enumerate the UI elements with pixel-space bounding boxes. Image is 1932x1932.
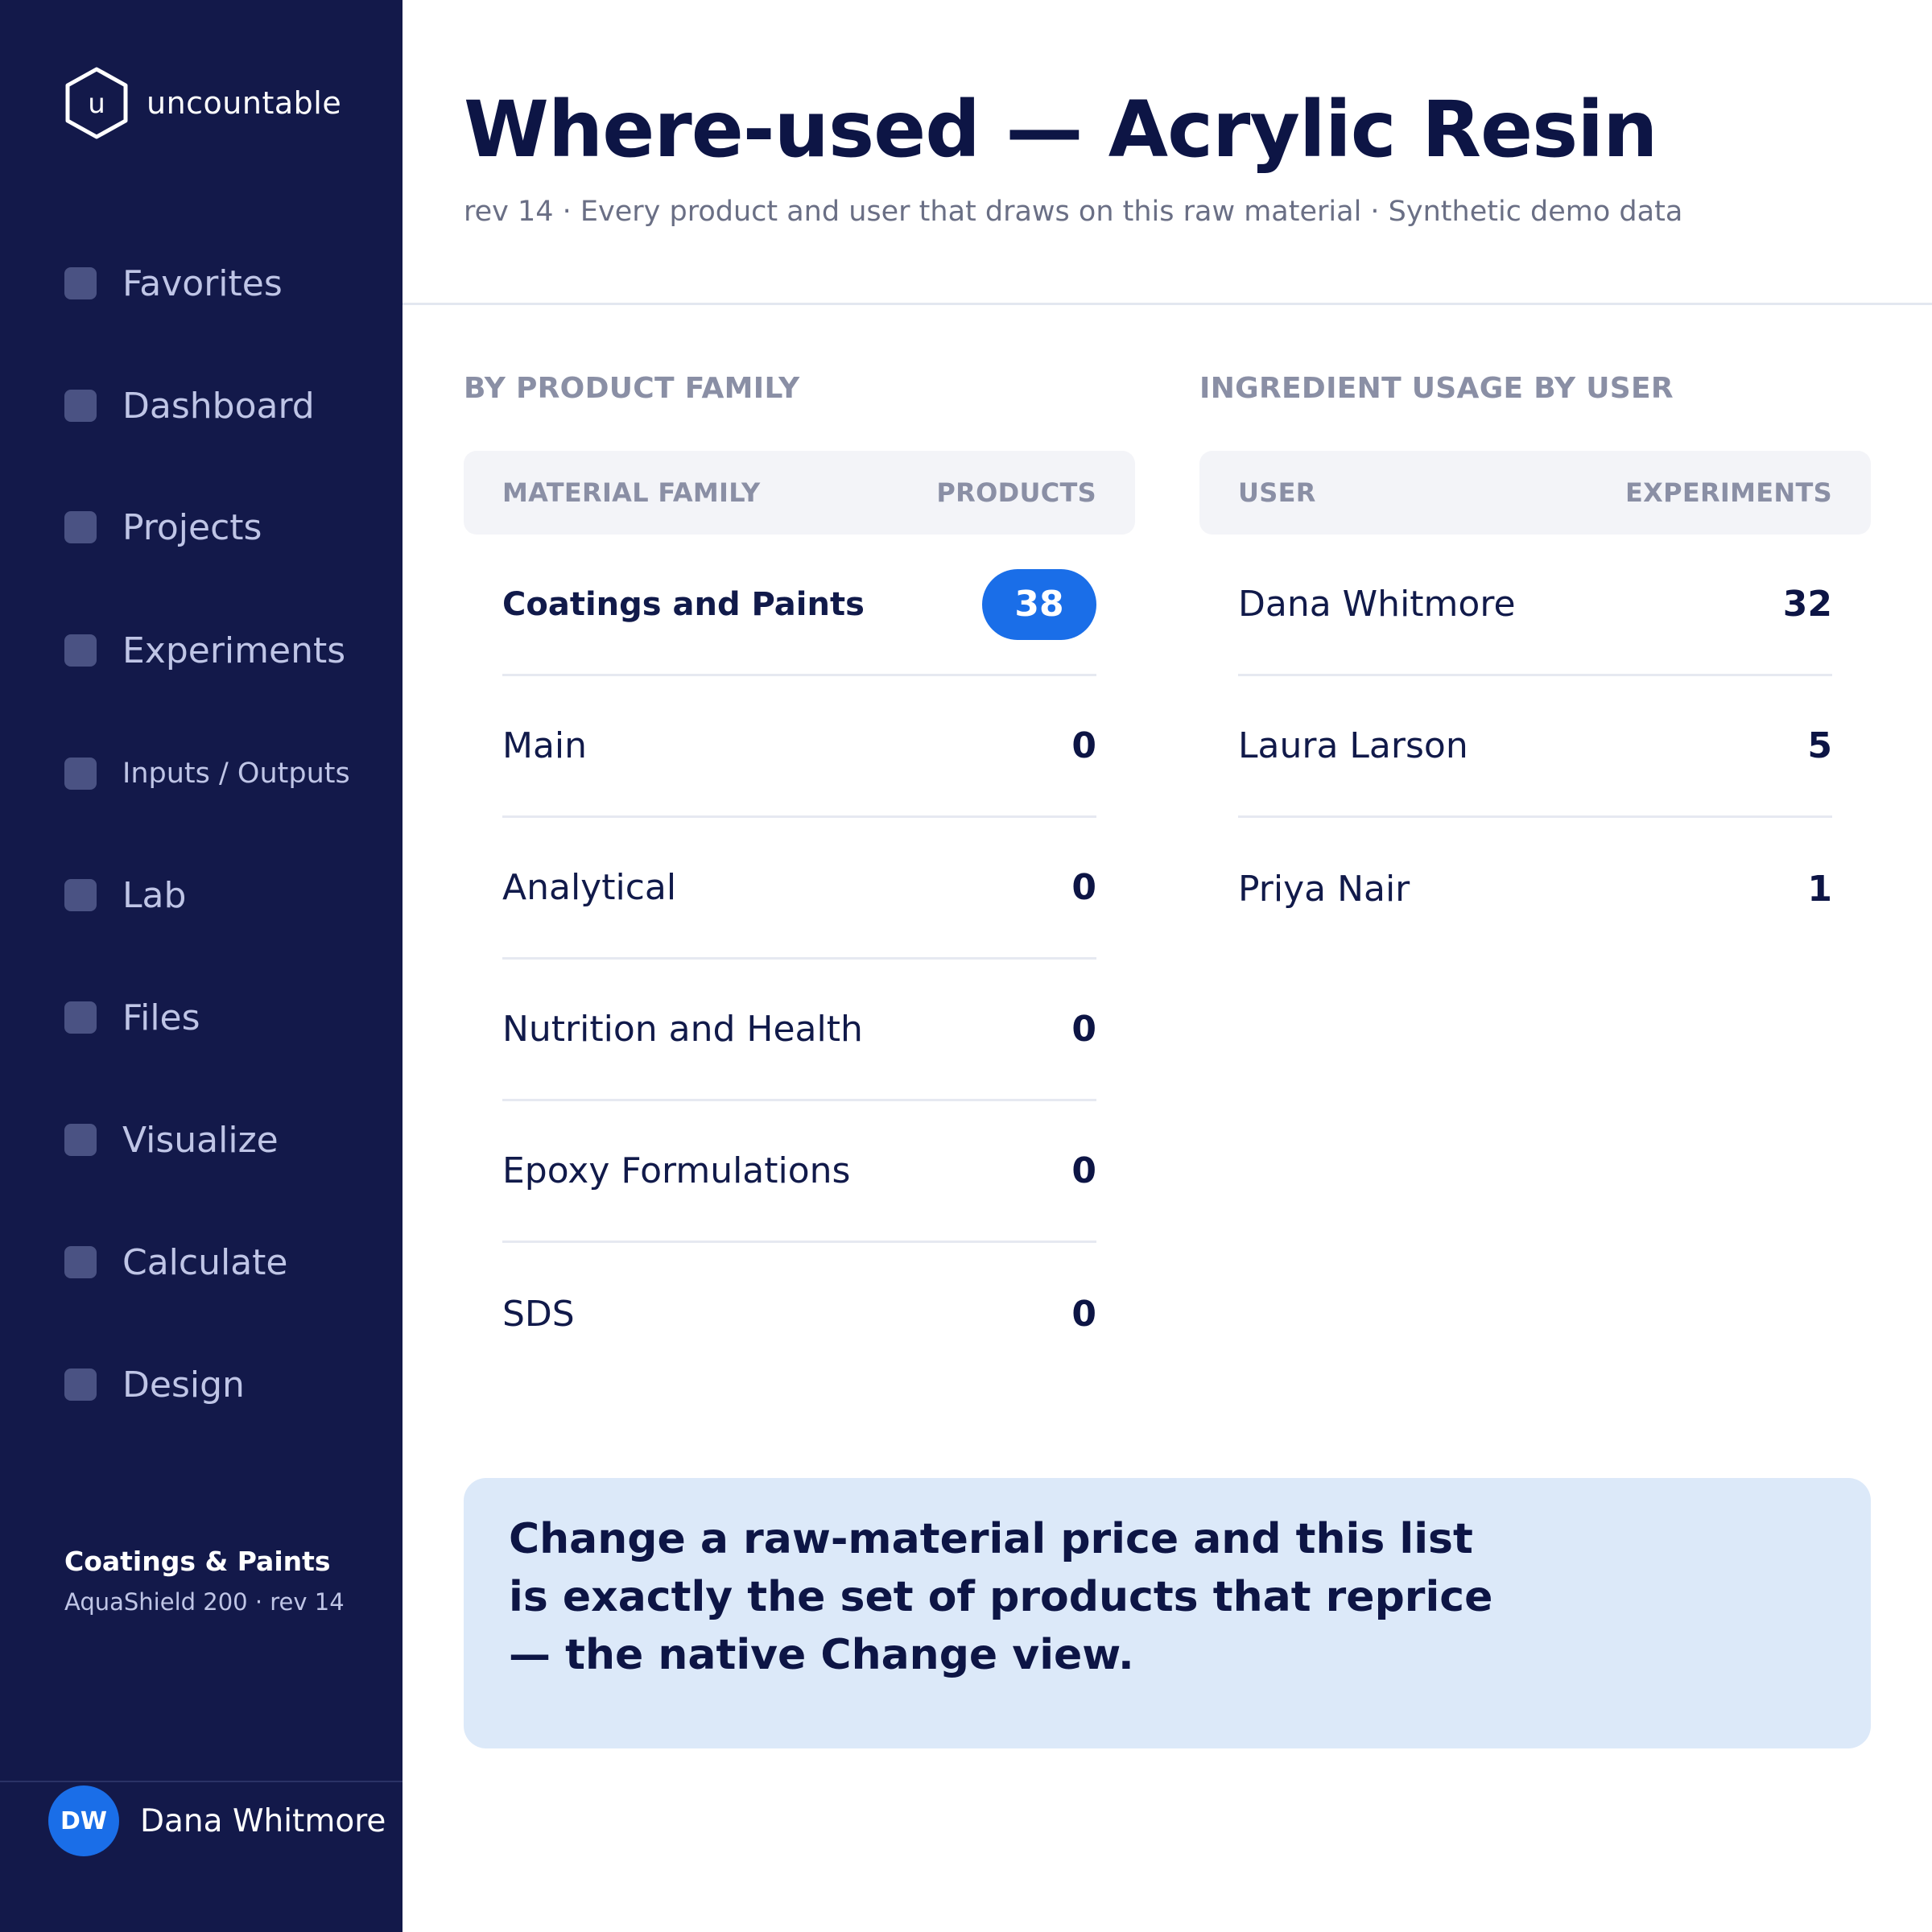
sidebar-item-experiments[interactable]: Experiments [64, 622, 386, 679]
sidebar-item-label: Files [122, 997, 200, 1038]
sidebar-item-dashboard[interactable]: Dashboard [64, 378, 386, 434]
sidebar: u uncountable Favorites Dashboard Projec… [0, 0, 402, 1932]
rounded-square-icon [64, 879, 97, 911]
sidebar-item-projects[interactable]: Projects [64, 499, 386, 555]
experiment-count: 32 [1782, 584, 1832, 625]
workspace-context[interactable]: Coatings & Paints AquaShield 200 · rev 1… [64, 1546, 386, 1616]
app-name: uncountable [147, 85, 342, 121]
sidebar-item-label: Experiments [122, 630, 346, 671]
sidebar-item-favorites[interactable]: Favorites [64, 255, 386, 312]
family-name: Main [502, 725, 588, 766]
column-header-experiments: EXPERIMENTS [1624, 477, 1832, 508]
sidebar-item-calculate[interactable]: Calculate [64, 1234, 386, 1290]
product-family-section-title: BY PRODUCT FAMILY [464, 372, 800, 405]
sidebar-item-label: Favorites [122, 262, 283, 304]
sidebar-item-lab[interactable]: Lab [64, 867, 386, 923]
logo-letter: u [88, 88, 105, 120]
app-logo[interactable]: u uncountable [64, 66, 341, 140]
user-name-cell: Dana Whitmore [1238, 584, 1516, 625]
table-row[interactable]: Nutrition and Health 0 [502, 960, 1096, 1101]
family-name: Epoxy Formulations [502, 1150, 851, 1191]
sidebar-item-label: Projects [122, 506, 262, 548]
table-header: MATERIAL FAMILY PRODUCTS [464, 451, 1135, 535]
rounded-square-icon [64, 1001, 97, 1034]
product-count-badge: 38 [982, 568, 1096, 640]
experiment-count: 1 [1807, 868, 1832, 910]
table-row[interactable]: Coatings and Paints 38 [502, 535, 1096, 676]
table-row[interactable]: Dana Whitmore 32 [1238, 535, 1832, 676]
user-usage-table: USER EXPERIMENTS Dana Whitmore 32 Laura … [1199, 451, 1871, 960]
sidebar-item-label: Design [122, 1364, 245, 1406]
rounded-square-icon [64, 634, 97, 667]
context-subtitle: AquaShield 200 · rev 14 [64, 1588, 345, 1616]
rounded-square-icon [64, 758, 97, 790]
rounded-square-icon [64, 1246, 97, 1278]
column-header-material-family: MATERIAL FAMILY [502, 477, 761, 508]
product-count: 0 [1071, 725, 1096, 766]
sidebar-item-label: Lab [122, 874, 187, 916]
user-usage-section-title: INGREDIENT USAGE BY USER [1199, 372, 1674, 405]
rounded-square-icon [64, 1124, 97, 1156]
sidebar-item-label: Dashboard [122, 385, 315, 427]
column-header-products: PRODUCTS [936, 477, 1096, 508]
sidebar-item-label: Visualize [122, 1119, 279, 1161]
rounded-square-icon [64, 267, 97, 299]
table-row[interactable]: Analytical 0 [502, 818, 1096, 960]
family-name: Coatings and Paints [502, 585, 865, 623]
user-menu[interactable]: DW Dana Whitmore [48, 1784, 386, 1858]
product-count: 0 [1071, 1293, 1096, 1335]
product-count: 0 [1071, 1150, 1096, 1191]
product-count: 0 [1071, 867, 1096, 908]
column-header-user: USER [1238, 477, 1316, 508]
experiment-count: 5 [1807, 725, 1832, 766]
product-family-table: MATERIAL FAMILY PRODUCTS Coatings and Pa… [464, 451, 1135, 1385]
user-name-cell: Laura Larson [1238, 725, 1468, 766]
table-row[interactable]: Epoxy Formulations 0 [502, 1101, 1096, 1243]
avatar: DW [48, 1785, 119, 1856]
table-row[interactable]: Main 0 [502, 676, 1096, 818]
table-header: USER EXPERIMENTS [1199, 451, 1871, 535]
table-row[interactable]: SDS 0 [502, 1243, 1096, 1385]
product-count: 0 [1071, 1009, 1096, 1050]
table-row[interactable]: Laura Larson 5 [1238, 676, 1832, 818]
context-title: Coatings & Paints [64, 1546, 331, 1577]
hexagon-logo-icon: u [65, 67, 128, 139]
header-divider [402, 303, 1932, 305]
sidebar-item-visualize[interactable]: Visualize [64, 1112, 386, 1168]
user-name: Dana Whitmore [140, 1802, 386, 1839]
callout-text: Change a raw-material price and this lis… [509, 1515, 1493, 1679]
rounded-square-icon [64, 1368, 97, 1401]
table-row[interactable]: Priya Nair 1 [1238, 818, 1832, 960]
info-callout: Change a raw-material price and this lis… [464, 1478, 1871, 1748]
sidebar-item-design[interactable]: Design [64, 1356, 386, 1413]
sidebar-divider [0, 1781, 402, 1782]
family-name: Analytical [502, 867, 677, 908]
family-name: SDS [502, 1293, 575, 1335]
sidebar-item-inputs-outputs[interactable]: Inputs / Outputs [64, 745, 386, 802]
sidebar-item-label: Calculate [122, 1241, 288, 1283]
page-title: Where-used — Acrylic Resin [464, 85, 1657, 175]
sidebar-item-label: Inputs / Outputs [122, 758, 350, 790]
user-name-cell: Priya Nair [1238, 868, 1410, 910]
rounded-square-icon [64, 390, 97, 422]
page-subtitle: rev 14 · Every product and user that dra… [464, 196, 1683, 228]
rounded-square-icon [64, 511, 97, 543]
sidebar-item-files[interactable]: Files [64, 989, 386, 1046]
family-name: Nutrition and Health [502, 1009, 863, 1050]
